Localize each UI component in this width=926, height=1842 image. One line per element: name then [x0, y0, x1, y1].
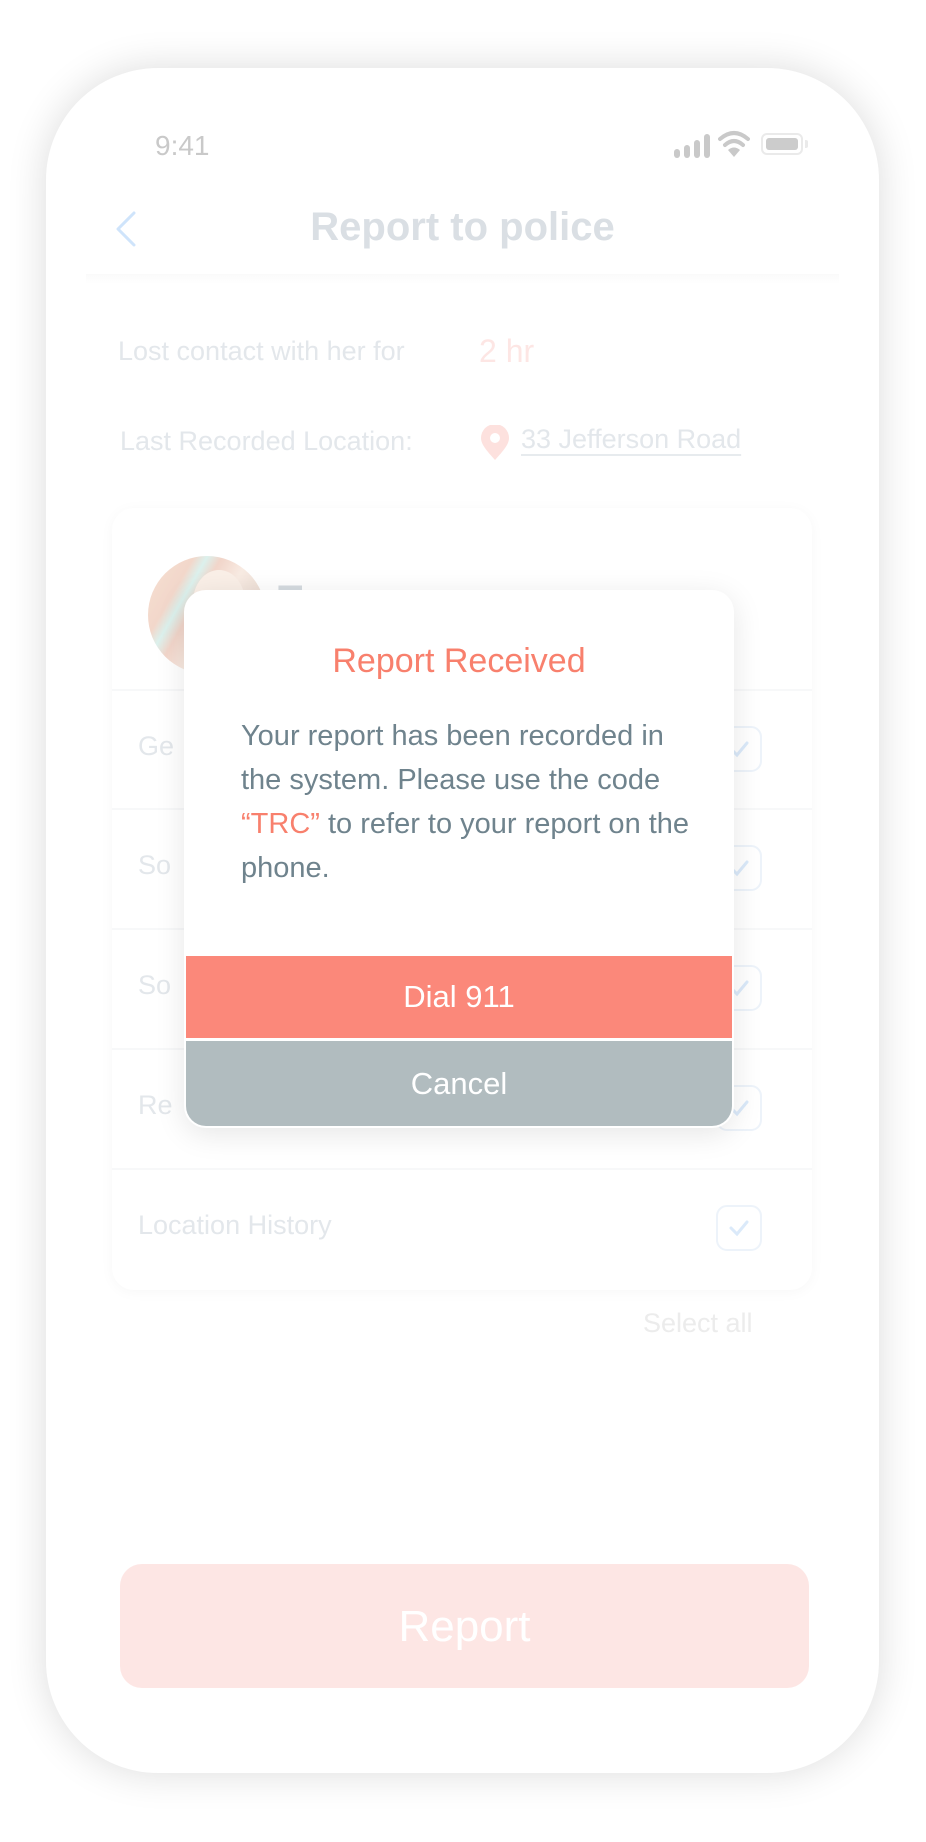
status-time: 9:41: [155, 130, 210, 161]
battery-icon: [761, 133, 803, 155]
list-item-label: Ge: [138, 731, 175, 761]
check-icon: [729, 1220, 749, 1237]
list-item-label: Location History: [138, 1210, 332, 1240]
lost-contact-value: 2 hr: [479, 333, 535, 369]
checkbox[interactable]: [716, 1205, 762, 1251]
report-code: “TRC”: [241, 808, 320, 840]
list-item-label: So: [138, 850, 172, 880]
cancel-button[interactable]: Cancel: [186, 1041, 732, 1126]
list-item-label: Re: [138, 1090, 173, 1120]
report-button[interactable]: Report: [120, 1564, 809, 1688]
cellular-signal-icon: [674, 134, 710, 158]
wifi-icon: [718, 131, 750, 157]
location-label: Last Recorded Location:: [120, 426, 413, 456]
lost-contact-label: Lost contact with her for: [118, 336, 405, 366]
list-item[interactable]: Location History: [112, 1168, 812, 1288]
dial-911-button[interactable]: Dial 911: [186, 956, 732, 1038]
map-pin-icon: [481, 425, 509, 460]
dialog-message-text: Your report has been recorded in the sys…: [241, 720, 664, 796]
report-received-dialog: Report Received Your report has been rec…: [184, 590, 734, 1128]
battery-tip: [805, 140, 808, 148]
location-link[interactable]: 33 Jefferson Road: [521, 424, 741, 455]
select-all-button[interactable]: Select all: [643, 1308, 753, 1339]
header-divider: [86, 274, 839, 284]
list-item-label: So: [138, 970, 172, 1000]
dialog-title: Report Received: [332, 642, 586, 680]
page-title: Report to police: [310, 205, 615, 249]
dialog-message: Your report has been recorded in the sys…: [241, 714, 701, 890]
